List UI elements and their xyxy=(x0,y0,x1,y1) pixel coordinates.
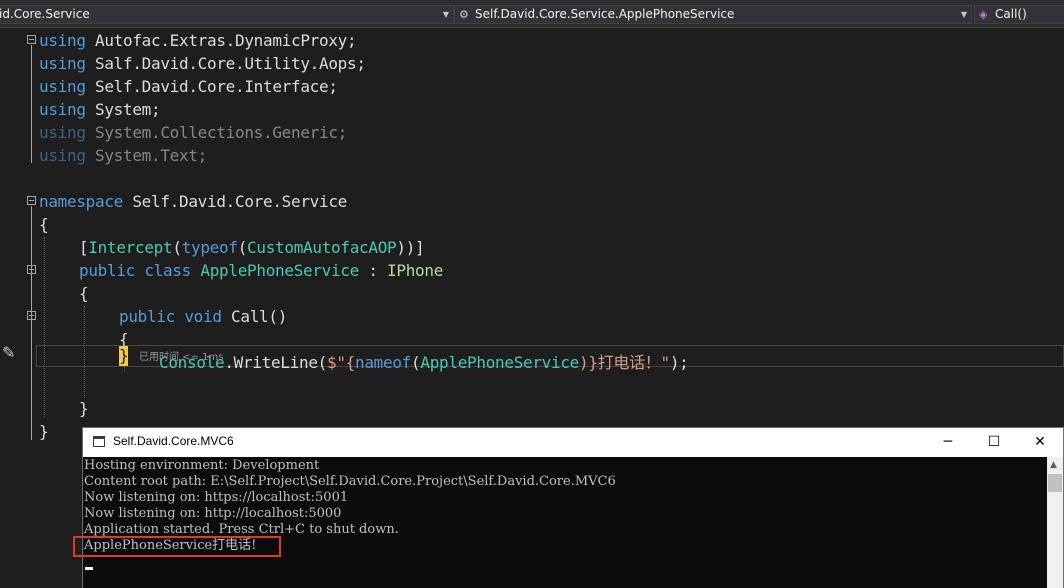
class-icon: ⚙ xyxy=(459,8,469,21)
code-line-class-open: { xyxy=(79,284,89,303)
console-line: Hosting environment: Development xyxy=(84,458,320,473)
code-line-2: using Salf.David.Core.Utility.Aops; xyxy=(39,54,366,73)
code-line-class: public class ApplePhoneService : IPhone xyxy=(79,261,444,280)
console-output[interactable]: Hosting environment: Development Content… xyxy=(83,457,1047,588)
type-dropdown[interactable]: ⚙ Self.David.Core.Service.ApplePhoneServ… xyxy=(454,5,972,24)
output-highlight-box xyxy=(73,536,281,557)
code-line-4: using System; xyxy=(39,100,161,119)
pencil-icon[interactable]: ✎ xyxy=(2,343,15,362)
outline-usings xyxy=(31,45,32,163)
console-title: Self.David.Core.MVC6 xyxy=(113,434,234,448)
console-cursor xyxy=(85,567,93,570)
code-line-namespace: namespace Self.David.Core.Service xyxy=(39,192,347,211)
close-button[interactable]: ✕ xyxy=(1017,428,1063,457)
code-line-6: using System.Text; xyxy=(39,146,208,165)
minimize-button[interactable]: ─ xyxy=(925,428,971,457)
scroll-up-icon[interactable]: ▲ xyxy=(1050,460,1057,470)
method-close-brace: } xyxy=(119,346,129,365)
fold-toggle-namespace[interactable] xyxy=(27,196,36,205)
code-line-ns-open: { xyxy=(39,215,49,234)
fold-toggle-usings[interactable] xyxy=(27,35,36,44)
console-title-bar[interactable]: Self.David.Core.MVC6 ─ ☐ ✕ xyxy=(83,428,1063,457)
method-icon: ◈ xyxy=(979,8,988,21)
console-scrollbar[interactable]: ▲ xyxy=(1047,457,1063,588)
console-line: Now listening on: http://localhost:5000 xyxy=(84,506,342,521)
member-dropdown-label: Call() xyxy=(995,7,1027,21)
console-window[interactable]: Self.David.Core.MVC6 ─ ☐ ✕ Hosting envir… xyxy=(82,427,1064,588)
scroll-thumb[interactable] xyxy=(1048,474,1062,492)
outline-namespace xyxy=(31,206,32,440)
code-line-method: public void Call() xyxy=(119,307,288,326)
perf-tip[interactable]: 已用时间 <= 1ms xyxy=(139,348,223,363)
console-app-icon xyxy=(93,436,105,447)
code-line-1: using Autofac.Extras.DynamicProxy; xyxy=(39,31,357,50)
code-line-attribute: [Intercept(typeof(CustomAutofacAOP))] xyxy=(79,238,425,257)
code-line-writeline: Console.WriteLine($"{nameof(ApplePhoneSe… xyxy=(159,353,689,372)
code-line-5: using System.Collections.Generic; xyxy=(39,123,348,142)
code-line-3: using Self.David.Core.Interface; xyxy=(39,77,338,96)
navigation-bar: id.Core.Service ▼ ⚙ Self.David.Core.Serv… xyxy=(0,0,1064,28)
indent-guide xyxy=(44,237,45,417)
code-line-ns-close: } xyxy=(39,422,49,441)
console-line: Now listening on: https://localhost:5001 xyxy=(84,490,349,505)
chevron-down-icon[interactable]: ▼ xyxy=(961,6,967,23)
project-dropdown[interactable]: id.Core.Service ▼ xyxy=(0,5,454,24)
maximize-button[interactable]: ☐ xyxy=(971,428,1017,457)
member-dropdown[interactable]: ◈ Call() xyxy=(974,5,1064,24)
type-dropdown-label: Self.David.Core.Service.ApplePhoneServic… xyxy=(475,7,735,21)
chevron-down-icon[interactable]: ▼ xyxy=(443,6,449,23)
project-dropdown-label: id.Core.Service xyxy=(0,7,90,21)
code-line-class-close: } xyxy=(79,399,89,418)
console-line: Content root path: E:\Self.Project\Self.… xyxy=(84,474,616,489)
